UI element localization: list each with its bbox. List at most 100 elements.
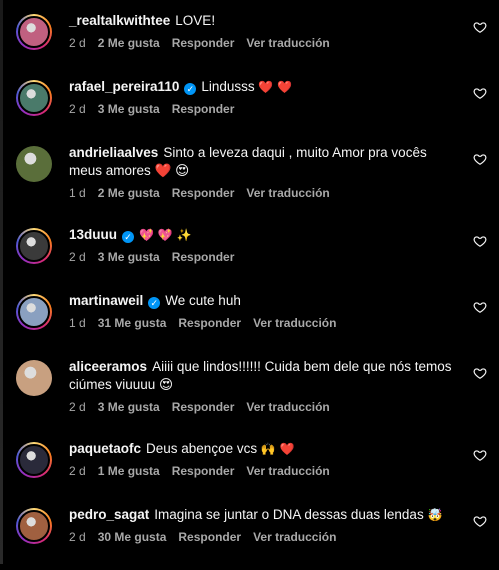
comment-text: pedro_sagat Imagina se juntar o DNA dessa… xyxy=(69,506,459,524)
see-translation-button[interactable]: Ver traducción xyxy=(253,316,336,330)
like-heart-icon[interactable] xyxy=(473,514,487,528)
see-translation-button[interactable]: Ver traducción xyxy=(246,36,329,50)
see-translation-button[interactable]: Ver traducción xyxy=(246,464,329,478)
avatar[interactable] xyxy=(16,294,52,330)
verified-badge-icon: ✓ xyxy=(122,231,135,243)
comment-body: paquetaofc Deus abençoe vcs 🙌 ❤️ 2 d 1 Me g… xyxy=(69,440,459,478)
avatar[interactable] xyxy=(16,146,52,182)
comment-message: Deus abençoe vcs xyxy=(146,441,261,456)
likes-count[interactable]: 2 Me gusta xyxy=(98,36,160,50)
avatar-image xyxy=(18,82,50,114)
reply-button[interactable]: Responder xyxy=(172,36,235,50)
avatar-image xyxy=(18,444,50,476)
comment-meta: 2 d 30 Me gusta Responder Ver traducción xyxy=(69,530,459,544)
comment-meta: 2 d 3 Me gusta Responder xyxy=(69,250,459,264)
comment-body: _realtalkwithtee LOVE! 2 d 2 Me gusta Respo… xyxy=(69,12,459,50)
comment-username[interactable]: aliceeramos xyxy=(69,359,147,374)
comment-username[interactable]: _realtalkwithtee xyxy=(69,13,170,28)
comment-row: aliceeramos Aiiii que lindos!!!!!! Cuida … xyxy=(0,358,499,422)
comment-body: martinaweil ✓ We cute huh 1 d 31 Me gusta Re… xyxy=(69,292,459,330)
likes-count[interactable]: 3 Me gusta xyxy=(98,102,160,116)
avatar[interactable] xyxy=(16,14,52,50)
comment-row: 13duuu ✓ 💖 💖 ✨ 2 d 3 Me gusta Responder xyxy=(0,226,499,290)
comment-meta: 2 d 2 Me gusta Responder Ver traducción xyxy=(69,36,459,50)
comment-emoji: 💖 💖 ✨ xyxy=(139,228,192,242)
avatar[interactable] xyxy=(16,80,52,116)
comment-row: paquetaofc Deus abençoe vcs 🙌 ❤️ 2 d 1 Me g… xyxy=(0,440,499,504)
comment-message-continued: meus amores ❤️ 😍 xyxy=(69,163,190,178)
reply-button[interactable]: Responder xyxy=(178,316,241,330)
reply-button[interactable]: Responder xyxy=(172,464,235,478)
comment-row: andrieliaalves Sinto a leveza daqui , mui… xyxy=(0,144,499,208)
comment-text: _realtalkwithtee LOVE! xyxy=(69,12,459,30)
comment-row: pedro_sagat Imagina se juntar o DNA dessa… xyxy=(0,506,499,570)
reply-button[interactable]: Responder xyxy=(172,102,235,116)
reply-button[interactable]: Responder xyxy=(172,186,235,200)
like-heart-icon[interactable] xyxy=(473,300,487,314)
likes-count[interactable]: 1 Me gusta xyxy=(98,464,160,478)
avatar-image xyxy=(16,360,52,396)
comment-time: 1 d xyxy=(69,316,86,330)
likes-count[interactable]: 30 Me gusta xyxy=(98,530,167,544)
comment-body: andrieliaalves Sinto a leveza daqui , mui… xyxy=(69,144,459,200)
comment-time: 2 d xyxy=(69,36,86,50)
comment-time: 2 d xyxy=(69,250,86,264)
comment-body: aliceeramos Aiiii que lindos!!!!!! Cuida … xyxy=(69,358,459,414)
avatar-image xyxy=(18,510,50,542)
avatar-image xyxy=(18,16,50,48)
likes-count[interactable]: 2 Me gusta xyxy=(98,186,160,200)
comment-meta: 2 d 3 Me gusta Responder Ver traducción xyxy=(69,400,459,414)
comment-time: 2 d xyxy=(69,400,86,414)
like-heart-icon[interactable] xyxy=(473,86,487,100)
comment-username[interactable]: martinaweil xyxy=(69,293,143,308)
avatar-image xyxy=(18,296,50,328)
avatar[interactable] xyxy=(16,508,52,544)
like-heart-icon[interactable] xyxy=(473,152,487,166)
comment-username[interactable]: andrieliaalves xyxy=(69,145,158,160)
avatar-image xyxy=(18,230,50,262)
like-heart-icon[interactable] xyxy=(473,448,487,462)
comment-text: paquetaofc Deus abençoe vcs 🙌 ❤️ xyxy=(69,440,459,458)
comments-feed: _realtalkwithtee LOVE! 2 d 2 Me gusta Respo… xyxy=(0,0,499,564)
comment-body: 13duuu ✓ 💖 💖 ✨ 2 d 3 Me gusta Responder xyxy=(69,226,459,264)
like-heart-icon[interactable] xyxy=(473,234,487,248)
see-translation-button[interactable]: Ver traducción xyxy=(253,530,336,544)
like-heart-icon[interactable] xyxy=(473,20,487,34)
reply-button[interactable]: Responder xyxy=(178,530,241,544)
reply-button[interactable]: Responder xyxy=(172,250,235,264)
comment-time: 1 d xyxy=(69,186,86,200)
likes-count[interactable]: 3 Me gusta xyxy=(98,250,160,264)
comment-message: Sinto a leveza daqui , muito Amor pra vo… xyxy=(163,145,427,160)
comment-meta: 1 d 2 Me gusta Responder Ver traducción xyxy=(69,186,459,200)
avatar-image xyxy=(16,146,52,182)
avatar[interactable] xyxy=(16,228,52,264)
see-translation-button[interactable]: Ver traducción xyxy=(246,400,329,414)
comment-meta: 2 d 3 Me gusta Responder xyxy=(69,102,459,116)
comment-emoji: 🤯 xyxy=(427,508,443,522)
comment-message: We cute huh xyxy=(165,293,241,308)
comment-text: 13duuu ✓ 💖 💖 ✨ xyxy=(69,226,459,244)
verified-badge-icon: ✓ xyxy=(148,297,161,309)
comment-row: martinaweil ✓ We cute huh 1 d 31 Me gusta Re… xyxy=(0,292,499,356)
comment-username[interactable]: rafael_pereira110 xyxy=(69,79,179,94)
avatar[interactable] xyxy=(16,360,52,396)
comment-message: Lindusss xyxy=(201,79,259,94)
likes-count[interactable]: 31 Me gusta xyxy=(98,316,167,330)
comment-text: andrieliaalves Sinto a leveza daqui , mui… xyxy=(69,144,459,162)
comment-message: Imagina se juntar o DNA dessas duas lend… xyxy=(154,507,428,522)
comment-username[interactable]: paquetaofc xyxy=(69,441,141,456)
comment-username[interactable]: pedro_sagat xyxy=(69,507,149,522)
avatar[interactable] xyxy=(16,442,52,478)
comment-time: 2 d xyxy=(69,102,86,116)
see-translation-button[interactable]: Ver traducción xyxy=(246,186,329,200)
comment-text: aliceeramos Aiiii que lindos!!!!!! Cuida … xyxy=(69,358,459,376)
comment-username[interactable]: 13duuu xyxy=(69,227,117,242)
reply-button[interactable]: Responder xyxy=(172,400,235,414)
likes-count[interactable]: 3 Me gusta xyxy=(98,400,160,414)
comment-message-continued: ciúmes viuuuu 😍 xyxy=(69,377,174,392)
comment-body: pedro_sagat Imagina se juntar o DNA dessa… xyxy=(69,506,459,544)
like-heart-icon[interactable] xyxy=(473,366,487,380)
comment-emoji: 🙌 ❤️ xyxy=(260,442,295,456)
comment-emoji: ❤️ ❤️ xyxy=(258,80,293,94)
comment-meta: 2 d 1 Me gusta Responder Ver traducción xyxy=(69,464,459,478)
